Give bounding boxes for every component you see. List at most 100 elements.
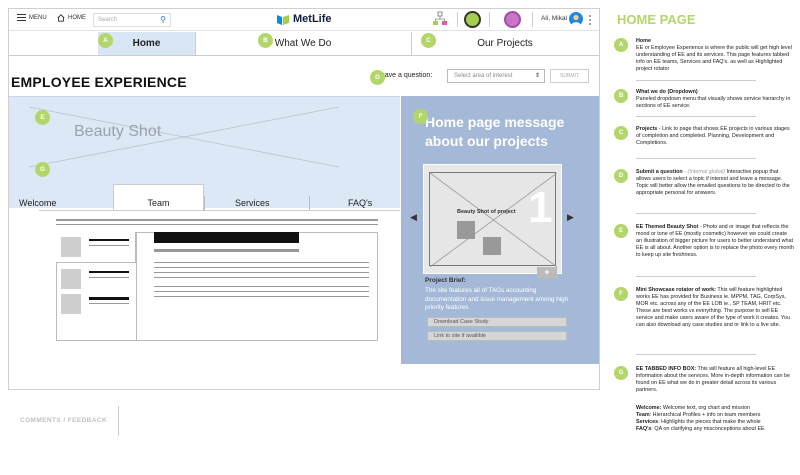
network-icon[interactable] xyxy=(432,11,448,27)
annotation-badge-b: B xyxy=(258,33,273,48)
note-beauty-shot: EE Themed Beauty Shot - Photo and or ima… xyxy=(636,224,794,259)
menu-button[interactable]: MENU xyxy=(17,14,47,21)
user-icon xyxy=(571,14,581,26)
annotation-badge-d: D xyxy=(370,70,385,85)
tab-note-term: Team xyxy=(636,412,650,419)
page-title: EMPLOYEE EXPERIENCE xyxy=(11,74,187,90)
note-title: Mini Showcase rotator of work: xyxy=(636,287,716,293)
more-options-icon[interactable] xyxy=(589,14,591,25)
note-badge-b: B xyxy=(614,89,628,103)
avatar[interactable] xyxy=(569,12,583,26)
note-title: Projects xyxy=(636,126,658,132)
area-of-interest-select[interactable]: Select area of interest ⇕ xyxy=(447,69,545,83)
panel-gutter xyxy=(9,210,39,364)
tab-note-text: : QA on clarifying any misconceptions ab… xyxy=(651,426,765,433)
toolbar-divider xyxy=(532,12,533,27)
note-badge-c: C xyxy=(614,126,628,140)
tab-note-text: : Hierarchical Profiles + info on team m… xyxy=(649,412,761,419)
info-tab-faqs[interactable]: FAQ's xyxy=(309,196,400,210)
main-tabs: Home What We Do Our Projects xyxy=(9,32,599,56)
divider-line xyxy=(56,224,378,225)
detail-text-line xyxy=(154,296,369,297)
note-badge-d: D xyxy=(614,169,628,183)
note-body: - Link to page that shows EE projects in… xyxy=(636,126,790,147)
profile-thumbnail xyxy=(61,294,81,314)
info-tab-welcome[interactable]: Welcome xyxy=(9,196,113,210)
tab-our-projects[interactable]: Our Projects xyxy=(411,32,599,55)
note-badge-f: F xyxy=(614,287,628,301)
profile-thumbnail xyxy=(61,237,81,257)
home-icon xyxy=(57,14,65,22)
note-divider xyxy=(636,213,756,214)
prev-arrow-icon[interactable]: ◀ xyxy=(410,212,417,223)
note-badge-e: E xyxy=(614,224,628,238)
submit-button[interactable]: SUBMIT xyxy=(550,69,589,83)
showcase-title: Home page message about our projects xyxy=(425,114,565,149)
wireframe-frame: MENU HOME Search ⚲ MetLife Ali, Mikal Ho… xyxy=(8,8,600,390)
profile-text-bar xyxy=(89,303,129,304)
top-bar: MENU HOME Search ⚲ MetLife Ali, Mikal xyxy=(9,9,599,31)
profile-green-icon[interactable] xyxy=(464,11,481,28)
search-input[interactable]: Search ⚲ xyxy=(93,13,171,27)
hamburger-icon xyxy=(17,14,26,21)
profile-name-bar xyxy=(89,297,129,300)
profile-thumbnail xyxy=(61,269,81,289)
note-title: Home xyxy=(636,38,651,44)
annotation-badge-c: C xyxy=(421,33,436,48)
placeholder-square xyxy=(457,221,475,239)
divider-line xyxy=(56,219,378,221)
card-divider xyxy=(136,232,137,341)
metlife-logo[interactable]: MetLife xyxy=(277,13,332,25)
note-divider xyxy=(636,354,756,355)
annotation-badge-a: A xyxy=(98,33,113,48)
placeholder-square xyxy=(483,237,501,255)
detail-text-line xyxy=(154,291,369,292)
toolbar-divider xyxy=(457,12,458,27)
tab-note-term: FAQ's xyxy=(636,426,652,433)
note-divider xyxy=(636,276,756,277)
select-placeholder: Select area of interest xyxy=(454,73,513,79)
user-name[interactable]: Ali, Mikal xyxy=(541,15,567,22)
profile-purple-icon[interactable] xyxy=(504,11,521,28)
annotation-badge-g: G xyxy=(35,162,50,177)
note-title: What we do (Dropdown) xyxy=(636,89,698,95)
info-tab-team[interactable]: Team xyxy=(113,184,204,210)
menu-label: MENU xyxy=(29,14,47,21)
link-to-site-button[interactable]: Link to site if availible xyxy=(427,331,567,341)
note-divider xyxy=(636,116,756,117)
download-case-study-button[interactable]: Download Case Study xyxy=(427,317,567,327)
tab-home[interactable]: Home xyxy=(98,32,195,55)
profile-text-bar xyxy=(89,277,129,278)
brand-name: MetLife xyxy=(293,13,332,25)
question-label: I have a question: xyxy=(377,72,433,79)
home-label: HOME xyxy=(68,15,86,21)
project-brief-heading: Project Brief: xyxy=(425,277,466,284)
comments-feedback-label[interactable]: COMMENTS / FEEDBACK xyxy=(20,417,107,424)
note-body: This will feature highlighted works EE h… xyxy=(636,287,791,329)
note-projects: Projects - Link to page that shows EE pr… xyxy=(636,126,794,147)
note-title: EE TABBED INFO BOX: xyxy=(636,366,697,372)
note-title: Submit a question xyxy=(636,169,683,175)
note-tab-descriptions: Welcome: Welcome text, org chart and mis… xyxy=(636,405,794,433)
home-button[interactable]: HOME xyxy=(57,14,86,22)
slide-number: 1 xyxy=(528,183,553,232)
profile-name-bar xyxy=(89,239,129,241)
info-tab-services[interactable]: Services xyxy=(204,196,309,210)
detail-text-line xyxy=(154,286,369,287)
search-placeholder: Search xyxy=(98,17,118,23)
note-divider xyxy=(636,158,756,159)
annotation-badge-f: F xyxy=(413,109,428,124)
tab-what-we-do[interactable]: What We Do xyxy=(195,32,411,55)
search-icon[interactable]: ⚲ xyxy=(160,15,166,24)
note-showcase: Mini Showcase rotator of work: This will… xyxy=(636,287,794,330)
note-badge-a: A xyxy=(614,38,628,52)
next-arrow-icon[interactable]: ▶ xyxy=(567,212,574,223)
detail-text-line xyxy=(154,272,369,273)
beauty-shot-label: Beauty Shot xyxy=(74,123,162,140)
tab-note-text: Welcome text, org chart and mission xyxy=(662,405,750,411)
note-home: Home EE or Employee Experience is where … xyxy=(636,38,794,73)
comments-divider xyxy=(118,406,119,436)
note-divider xyxy=(636,80,756,81)
metlife-logo-icon xyxy=(277,15,289,25)
expand-plus-icon[interactable]: + xyxy=(537,267,557,278)
